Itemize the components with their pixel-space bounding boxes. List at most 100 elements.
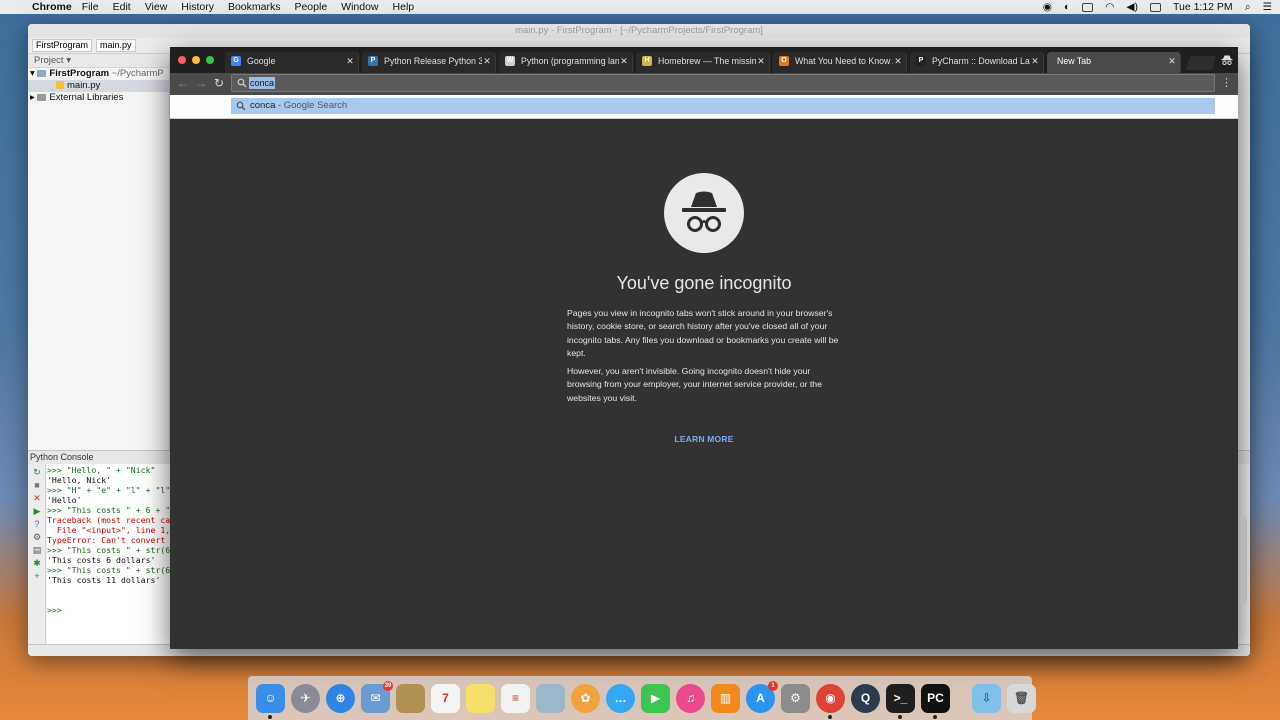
itunes-icon[interactable]: ♫	[676, 683, 705, 713]
pycharm-icon[interactable]: PC	[921, 683, 950, 719]
dock-badge: 39	[383, 680, 393, 691]
wifi-icon[interactable]: ◠	[1105, 1, 1114, 13]
dock-glyph: ≡	[511, 691, 519, 705]
browser-tab[interactable]: W Python (programming lang ✕	[499, 52, 633, 73]
tab-close-icon[interactable]: ✕	[1167, 52, 1177, 70]
dock-glyph: A	[756, 691, 765, 705]
menu-app-name[interactable]: Chrome	[32, 1, 72, 13]
browser-tab[interactable]: G Google ✕	[225, 52, 359, 73]
breadcrumb-project[interactable]: FirstProgram	[32, 39, 93, 52]
console-line: 'This costs 6 dollars'	[47, 555, 156, 565]
python-console-output[interactable]: >>> "Hello, " + "Nick" 'Hello, Nick' >>> "…	[47, 464, 177, 644]
tree-item-external-libraries[interactable]: ▸ External Libraries	[28, 92, 169, 104]
execute-icon[interactable]: ▶	[28, 506, 46, 516]
launchpad-icon[interactable]: ✈	[291, 683, 320, 713]
omnibox-suggestion[interactable]: conca - Google Search	[231, 98, 1215, 114]
console-line: File "<input>", line 1,	[47, 525, 171, 535]
volume-icon[interactable]: ◀)	[1126, 1, 1138, 13]
photos-icon[interactable]: ✿	[571, 683, 600, 713]
messages-icon[interactable]: …	[606, 683, 635, 713]
facetime-icon[interactable]: ▶	[641, 683, 670, 713]
ibooks-icon[interactable]: ▥	[711, 683, 740, 713]
menu-help[interactable]: Help	[393, 1, 415, 13]
variables-icon[interactable]: ▤	[28, 545, 46, 555]
menu-people[interactable]: People	[294, 1, 327, 13]
tree-item-label: FirstProgram	[49, 68, 110, 79]
trash-icon[interactable]: 🗑	[1007, 683, 1036, 713]
back-button[interactable]: ←	[176, 76, 190, 90]
menu-edit[interactable]: Edit	[113, 1, 131, 13]
dock-glyph: ▶	[650, 691, 661, 705]
menu-window[interactable]: Window	[341, 1, 378, 13]
omnibox[interactable]: conca	[231, 74, 1215, 92]
reload-button[interactable]: ↻	[212, 76, 226, 90]
new-console-icon[interactable]: +	[28, 571, 46, 581]
browser-tab[interactable]: New Tab ✕	[1047, 52, 1181, 73]
stop-icon[interactable]: ■	[28, 480, 46, 490]
menu-clock[interactable]: Tue 1:12 PM	[1173, 1, 1233, 13]
settings-icon[interactable]: ⚙	[28, 532, 46, 542]
browser-tab[interactable]: P PyCharm :: Download Late ✕	[910, 52, 1044, 73]
chrome-icon[interactable]: ◉	[816, 683, 845, 719]
minimize-window-button[interactable]	[192, 56, 200, 64]
chrome-menu-icon[interactable]: ⋮	[1221, 76, 1232, 90]
breadcrumb-file[interactable]: main.py	[96, 39, 136, 52]
project-panel-header[interactable]: Project ▾	[28, 54, 169, 68]
close-console-icon[interactable]: ✕	[28, 493, 46, 503]
new-tab-button[interactable]	[1185, 56, 1217, 70]
tab-close-icon[interactable]: ✕	[619, 52, 629, 70]
running-indicator	[268, 714, 272, 719]
notification-center-icon[interactable]: ☰	[1263, 1, 1272, 13]
console-line: Traceback (most recent cal	[47, 515, 176, 525]
tab-close-icon[interactable]: ✕	[1030, 52, 1040, 70]
notes-book-icon[interactable]	[396, 683, 425, 713]
calendar-icon[interactable]: 7	[431, 683, 460, 713]
suggestion-suffix: - Google Search	[275, 100, 348, 111]
menu-history[interactable]: History	[181, 1, 214, 13]
tab-close-icon[interactable]: ✕	[756, 52, 766, 70]
battery-icon[interactable]	[1149, 2, 1161, 12]
dock-glyph: ⇩	[981, 691, 992, 705]
dock-glyph: ⊕	[335, 691, 346, 705]
record-status-icon[interactable]: ◉	[1043, 1, 1052, 13]
notes-icon[interactable]	[466, 683, 495, 713]
menu-file[interactable]: File	[82, 1, 99, 13]
help-icon[interactable]: ?	[28, 519, 46, 529]
system-preferences-icon[interactable]: ⚙	[781, 683, 810, 713]
flux-icon[interactable]: ◐	[1064, 1, 1070, 13]
dock-glyph: >_	[893, 691, 908, 705]
search-icon	[237, 78, 247, 88]
dock-glyph: ☺	[264, 691, 277, 705]
tab-close-icon[interactable]: ✕	[482, 52, 492, 70]
forward-button[interactable]: →	[194, 76, 208, 90]
browser-tab[interactable]: O What You Need to Know Ab ✕	[773, 52, 907, 73]
rerun-icon[interactable]: ↻	[28, 467, 46, 477]
tab-close-icon[interactable]: ✕	[893, 52, 903, 70]
tab-close-icon[interactable]: ✕	[345, 52, 355, 70]
browser-tab[interactable]: P Python Release Python 3.6 ✕	[362, 52, 496, 73]
tree-item-main-py[interactable]: main.py	[28, 80, 169, 92]
airplay-icon[interactable]	[1082, 2, 1094, 12]
pycharm-title: main.py - FirstProgram - [~/PycharmProje…	[28, 24, 1250, 38]
app-store-icon[interactable]: A1	[746, 680, 778, 713]
menu-view[interactable]: View	[145, 1, 168, 13]
browser-tab[interactable]: H Homebrew — The missing ✕	[636, 52, 770, 73]
preview-icon[interactable]	[536, 683, 565, 713]
terminal-icon[interactable]: >_	[886, 683, 915, 719]
learn-more-link[interactable]: LEARN MORE	[654, 434, 754, 444]
finder-icon[interactable]: ☺	[256, 683, 285, 719]
menu-bookmarks[interactable]: Bookmarks	[228, 1, 281, 13]
tree-item-project[interactable]: ▾ FirstProgram ~/PycharmP	[28, 68, 169, 80]
downloads-folder-icon[interactable]: ⇩	[972, 683, 1001, 713]
reminders-icon[interactable]: ≡	[501, 683, 530, 713]
spotlight-icon[interactable]: ⌕	[1245, 1, 1251, 14]
dock-glyph: 7	[442, 691, 449, 705]
mail-icon[interactable]: ✉ 39	[361, 680, 393, 713]
quicktime-icon[interactable]: Q	[851, 683, 880, 713]
pycharm-scrollbar[interactable]	[1241, 516, 1247, 604]
project-panel: Project ▾ ▾ FirstProgram ~/PycharmP main…	[28, 54, 170, 450]
zoom-window-button[interactable]	[206, 56, 214, 64]
debug-icon[interactable]: ✱	[28, 558, 46, 568]
close-window-button[interactable]	[178, 56, 186, 64]
safari-icon[interactable]: ⊕	[326, 683, 355, 713]
